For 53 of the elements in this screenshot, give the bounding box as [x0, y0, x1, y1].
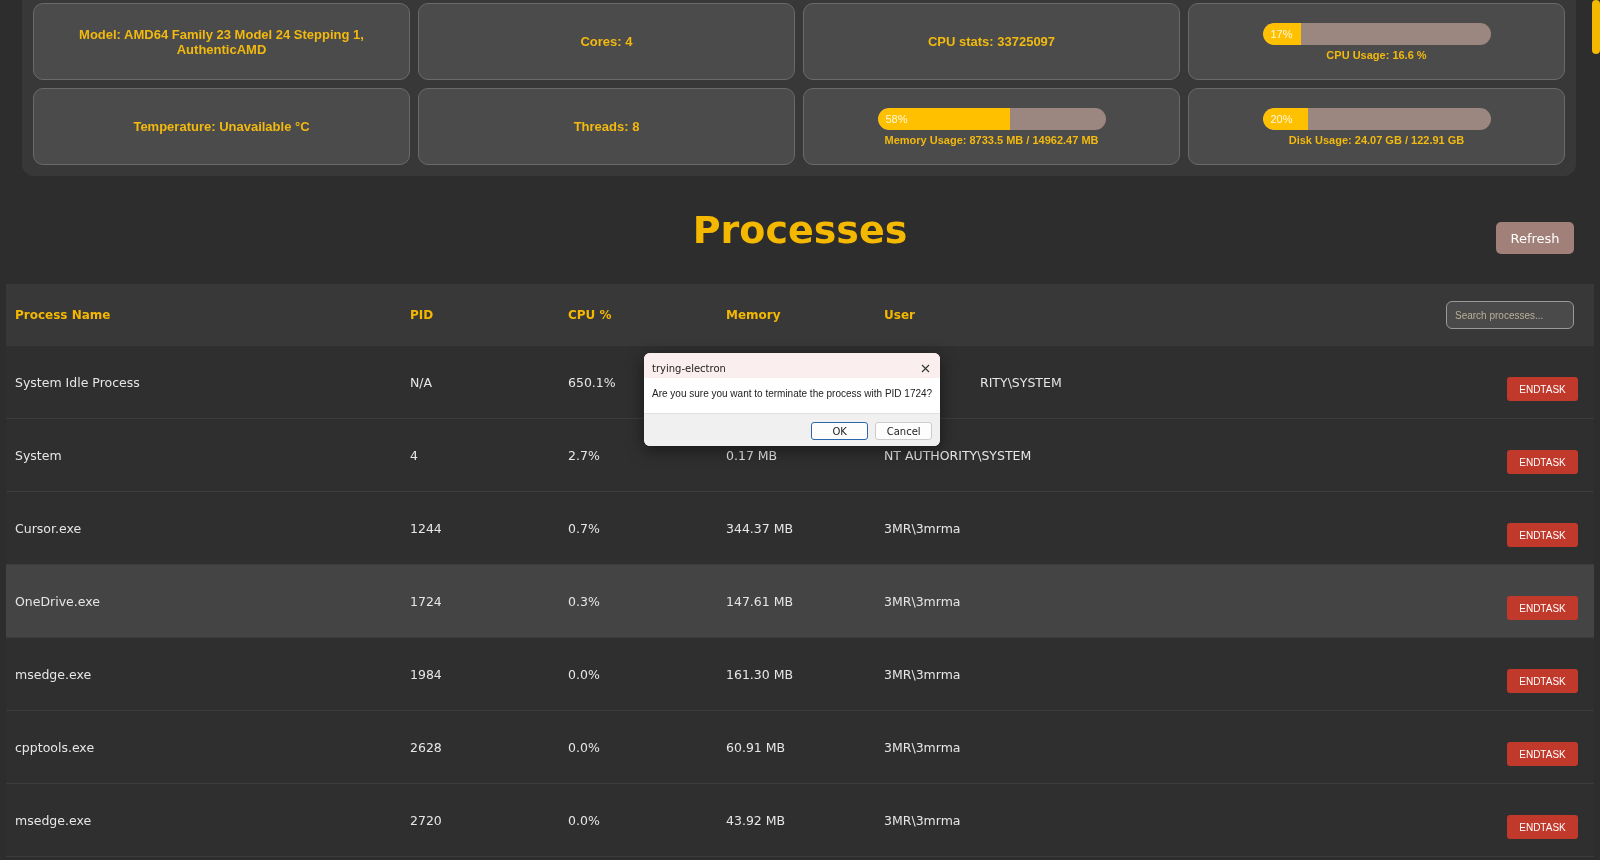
- usage-label: CPU Usage: 16.6 %: [1326, 48, 1427, 61]
- table-cell-text: System: [15, 447, 63, 463]
- table-cell-text: 2720: [410, 812, 443, 828]
- table-cell-text: 43.92 MB: [726, 812, 787, 828]
- table-cell-text: 0.17 MB: [726, 447, 779, 463]
- column-header: User: [884, 308, 915, 322]
- table-cell-text: 650.1%: [568, 374, 617, 390]
- usage-percent: 20%: [1270, 112, 1293, 125]
- table-cell-text: cpptools.exe: [15, 739, 96, 755]
- table-cell-text: N/A: [410, 374, 434, 390]
- dialog-message: Are you sure you want to terminate the process with PID 1724?: [651, 387, 934, 401]
- table-cell-text: NT AUTHORITY\SYSTEM: [884, 447, 1033, 463]
- stat-label: CPU stats: 33725097: [927, 34, 1056, 49]
- table-cell-text: 161.30 MB: [726, 666, 795, 682]
- usage-percent: 17%: [1270, 27, 1293, 40]
- column-header: CPU %: [568, 308, 612, 322]
- dialog-title: trying-electron: [652, 362, 726, 374]
- table-cell-text: 0.7%: [568, 520, 601, 536]
- table-cell-text: 1984: [410, 666, 443, 682]
- usage-label: Disk Usage: 24.07 GB / 122.91 GB: [1288, 133, 1465, 146]
- table-cell-text: OneDrive.exe: [15, 593, 101, 609]
- table-cell-text: 344.37 MB: [726, 520, 795, 536]
- table-cell-text: 0.0%: [568, 666, 601, 682]
- table-cell-text: RITY\SYSTEM: [979, 374, 1063, 390]
- usage-percent: 58%: [885, 112, 908, 125]
- table-cell-text: msedge.exe: [15, 812, 93, 828]
- table-cell-text: 1244: [410, 520, 443, 536]
- table-cell-text: 4: [410, 447, 419, 463]
- table-cell-text: System Idle Process: [15, 374, 141, 390]
- stat-label: Threads: 8: [573, 119, 640, 134]
- table-cell-text: 0.3%: [568, 593, 601, 609]
- stat-label: Temperature: Unavailable °C: [133, 119, 310, 134]
- table-cell-text: 0.0%: [568, 739, 601, 755]
- table-cell-text: 60.91 MB: [726, 739, 787, 755]
- page-title: Processes: [692, 208, 908, 252]
- table-cell-text: 3MR\3mrma: [884, 593, 962, 609]
- table-cell-text: 3MR\3mrma: [884, 520, 962, 536]
- table-cell-text: 2.7%: [568, 447, 601, 463]
- column-header: Process Name: [15, 308, 111, 322]
- table-cell-text: 1724: [410, 593, 443, 609]
- usage-label: Memory Usage: 8733.5 MB / 14962.47 MB: [884, 133, 1099, 146]
- table-cell-text: 2628: [410, 739, 443, 755]
- stat-label: Cores: 4: [580, 34, 633, 49]
- table-cell-text: Cursor.exe: [15, 520, 83, 536]
- table-cell-text: 3MR\3mrma: [884, 666, 962, 682]
- table-cell-text: 147.61 MB: [726, 593, 795, 609]
- table-cell-text: 0.0%: [568, 812, 601, 828]
- column-header: PID: [410, 308, 434, 322]
- stat-label: Model: AMD64 Family 23 Model 24 Stepping 1, AuthenticAMD: [78, 26, 365, 57]
- table-cell-text: 3MR\3mrma: [884, 739, 962, 755]
- table-cell-text: msedge.exe: [15, 666, 93, 682]
- column-header: Memory: [726, 308, 781, 322]
- table-cell-text: 3MR\3mrma: [884, 812, 962, 828]
